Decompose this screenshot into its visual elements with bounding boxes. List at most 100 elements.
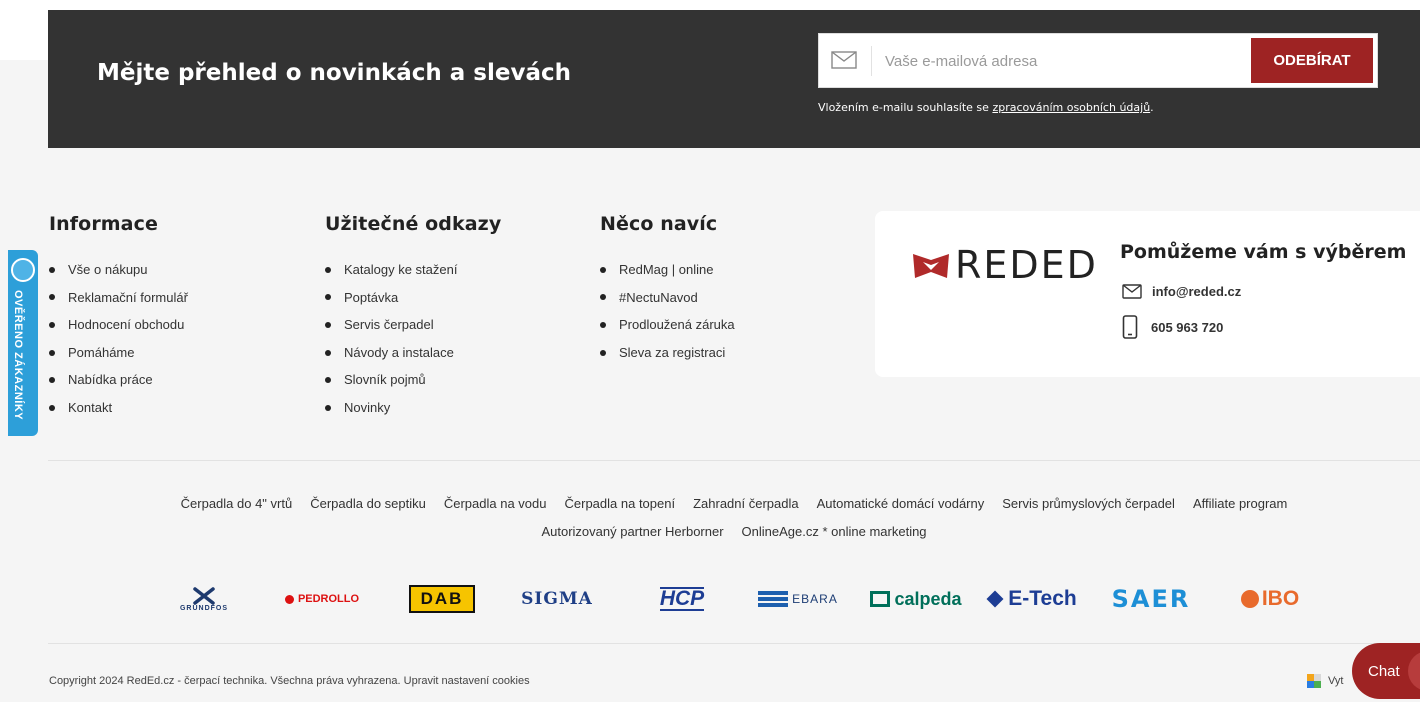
footer-column-neco-navic: Něco navíc RedMag | online #NectuNavod P… <box>600 213 735 366</box>
brand-logos: GRUNDFOS PEDROLLO DAB SIGMA HCP EBARA ca… <box>160 577 1320 621</box>
brand-logo-ebara[interactable]: EBARA <box>754 577 842 621</box>
phone-icon <box>1122 315 1138 339</box>
column-title: Užitečné odkazy <box>325 213 502 235</box>
bullet-icon <box>49 349 55 356</box>
seo-link[interactable]: Servis průmyslových čerpadel <box>1002 496 1175 511</box>
brand-logo-etech[interactable]: E-Tech <box>984 577 1082 621</box>
contact-phone-text: 605 963 720 <box>1151 319 1224 335</box>
contact-box: REDED Pomůžeme vám s výběrem info@reded.… <box>875 211 1420 377</box>
column-title: Informace <box>49 213 158 235</box>
verified-badge-label: OVĚŘENO ZÁKAZNÍKY <box>12 290 24 421</box>
logo-text: REDED <box>955 243 1098 287</box>
footer-column-informace: Informace Vše o nákupu Reklamační formul… <box>49 213 188 422</box>
pedrollo-dot-icon <box>284 594 294 604</box>
verified-by-customers-badge[interactable]: OVĚŘENO ZÁKAZNÍKY <box>8 250 38 436</box>
footer-link[interactable]: Kontakt <box>49 394 188 422</box>
help-title: Pomůžeme vám s výběrem <box>1120 241 1407 263</box>
consent-prefix: Vložením e-mailu souhlasíte se <box>818 101 993 114</box>
etech-mark-icon <box>986 590 1004 608</box>
ebara-mark-icon <box>758 591 789 607</box>
bullet-icon <box>325 294 331 301</box>
widget-label: Vyt <box>1328 675 1344 687</box>
footer-link[interactable]: Novinky <box>325 394 501 422</box>
copyright-divider <box>48 643 1420 644</box>
seo-link[interactable]: Automatické domácí vodárny <box>817 496 985 511</box>
footer-column-uzitecne-odkazy: Užitečné odkazy Katalogy ke stažení Popt… <box>325 213 501 422</box>
brand-logo-pedrollo[interactable]: PEDROLLO <box>272 577 372 621</box>
brand-logo-grundfos[interactable]: GRUNDFOS <box>160 577 248 621</box>
chat-bubble-icon <box>1408 651 1420 691</box>
footer-link[interactable]: Reklamační formulář <box>49 284 188 312</box>
footer-link[interactable]: Hodnocení obchodu <box>49 311 188 339</box>
column-title: Něco navíc <box>600 213 718 235</box>
seo-links: Čerpadla do 4" vrtů Čerpadla do septiku Če… <box>48 490 1420 546</box>
brand-logo-calpeda[interactable]: calpeda <box>868 577 964 621</box>
newsletter-separator <box>871 46 872 76</box>
bullet-icon <box>49 404 55 411</box>
newsletter-consent: Vložením e-mailu souhlasíte se zpracován… <box>818 101 1154 114</box>
footer-link[interactable]: Katalogy ke stažení <box>325 256 501 284</box>
builder-logo-icon <box>1307 674 1321 688</box>
newsletter-section: Mějte přehled o novinkách a slevách ODEB… <box>48 10 1420 148</box>
consent-suffix: . <box>1150 101 1154 114</box>
bullet-icon <box>600 349 606 356</box>
footer-link[interactable]: Prodloužená záruka <box>600 311 735 339</box>
brand-logo-sigma[interactable]: SIGMA <box>512 577 602 621</box>
footer-link[interactable]: Nabídka práce <box>49 366 188 394</box>
seo-link[interactable]: Čerpadla na topení <box>565 496 676 511</box>
subscribe-button[interactable]: ODEBÍRAT <box>1251 38 1373 83</box>
contact-email[interactable]: info@reded.cz <box>1122 284 1241 299</box>
footer-link[interactable]: Pomáháme <box>49 339 188 367</box>
top-gap <box>0 0 1420 10</box>
bullet-icon <box>49 377 55 384</box>
brand-logo-hcp[interactable]: HCP <box>644 577 720 621</box>
seo-link[interactable]: Autorizovaný partner Herborner <box>541 524 723 539</box>
seo-link[interactable]: OnlineAge.cz * online marketing <box>742 524 927 539</box>
chat-button[interactable]: Chat <box>1352 643 1420 699</box>
reded-logo-mark-icon <box>913 254 949 278</box>
copyright-text: Copyright 2024 RedEd.cz - čerpací techni… <box>49 675 530 687</box>
footer-link[interactable]: RedMag | online <box>600 256 735 284</box>
contact-phone[interactable]: 605 963 720 <box>1122 315 1223 339</box>
seo-link[interactable]: Čerpadla do 4" vrtů <box>181 496 293 511</box>
footer-link[interactable]: Sleva za registraci <box>600 339 735 367</box>
envelope-icon <box>1122 284 1142 299</box>
newsletter-email-input[interactable] <box>885 48 1245 74</box>
site-builder-widget[interactable]: Vyt <box>1307 674 1344 688</box>
brand-logo-saer[interactable]: SAER <box>1106 577 1196 621</box>
seo-link[interactable]: Čerpadla na vodu <box>444 496 547 511</box>
bullet-icon <box>600 294 606 301</box>
verified-badge-icon <box>11 258 35 282</box>
calpeda-mark-icon <box>870 591 891 607</box>
footer-link[interactable]: Vše o nákupu <box>49 256 188 284</box>
bullet-icon <box>49 321 55 328</box>
footer-link[interactable]: Slovník pojmů <box>325 366 501 394</box>
seo-link[interactable]: Čerpadla do septiku <box>310 496 426 511</box>
bullet-icon <box>325 404 331 411</box>
bullet-icon <box>325 377 331 384</box>
bullet-icon <box>325 349 331 356</box>
ibo-mark-icon <box>1240 590 1259 608</box>
footer-link[interactable]: Servis čerpadel <box>325 311 501 339</box>
seo-link[interactable]: Affiliate program <box>1193 496 1287 511</box>
newsletter-title: Mějte přehled o novinkách a slevách <box>97 60 571 86</box>
footer-divider <box>48 460 1420 461</box>
bullet-icon <box>49 266 55 273</box>
contact-email-text: info@reded.cz <box>1152 284 1242 299</box>
bullet-icon <box>325 266 331 273</box>
chat-label: Chat <box>1368 663 1400 680</box>
brand-logo-dab[interactable]: DAB <box>400 577 484 621</box>
newsletter-form: ODEBÍRAT <box>818 33 1378 88</box>
reded-logo[interactable]: REDED <box>911 245 1098 285</box>
bullet-icon <box>325 321 331 328</box>
footer-link[interactable]: Poptávka <box>325 284 501 312</box>
privacy-link[interactable]: zpracováním osobních údajů <box>992 101 1150 114</box>
seo-link[interactable]: Zahradní čerpadla <box>693 496 799 511</box>
bullet-icon <box>600 321 606 328</box>
footer-link[interactable]: #NectuNavod <box>600 284 735 312</box>
grundfos-mark-icon <box>193 586 215 605</box>
footer-link[interactable]: Návody a instalace <box>325 339 501 367</box>
brand-logo-ibo[interactable]: IBO <box>1228 577 1312 621</box>
bullet-icon <box>49 294 55 301</box>
bullet-icon <box>600 266 606 273</box>
